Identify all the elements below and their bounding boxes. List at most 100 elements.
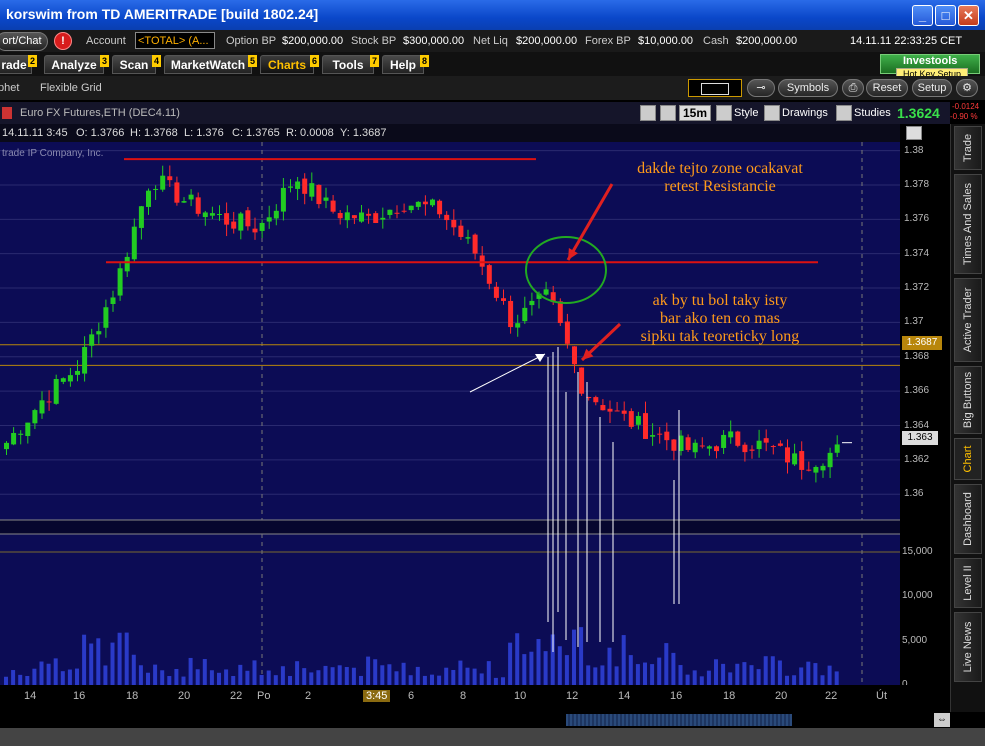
studies-icon xyxy=(836,105,852,121)
chart-scrollbar[interactable]: ⇔ xyxy=(0,712,950,728)
side-tab-big-buttons[interactable]: Big Buttons xyxy=(954,366,982,434)
print-icon[interactable]: ⎙ xyxy=(842,79,864,97)
volume-bar xyxy=(586,665,591,685)
tab-charts[interactable]: Charts 6 xyxy=(260,55,319,74)
volume-bar xyxy=(245,670,250,685)
volume-bar xyxy=(401,662,406,685)
volume-bar xyxy=(344,667,349,685)
time-tick: 18 xyxy=(723,690,736,702)
chart-expand-icon[interactable] xyxy=(906,126,922,140)
volume-bar xyxy=(557,646,562,685)
volume-tick: 15,000 xyxy=(902,546,933,557)
time-axis[interactable]: 14 16 18 20 22 Po 2 3:45 6 8 10 12 14 16 18 20 22 Út xyxy=(0,685,950,712)
candle-body xyxy=(110,297,116,304)
volume-bar xyxy=(593,667,598,685)
price-chart[interactable]: trade IP Company, Inc. dakde tejto zone … xyxy=(0,142,900,685)
candle-body xyxy=(593,397,599,403)
pane-gap xyxy=(0,520,900,534)
volume-bar xyxy=(337,665,342,685)
account-select[interactable]: <TOTAL> (A... xyxy=(135,32,215,49)
candle-body xyxy=(67,375,73,382)
candle-body xyxy=(685,437,691,450)
candle-body xyxy=(174,182,180,203)
volume-bar xyxy=(451,669,456,685)
candle-body xyxy=(834,444,840,453)
candle-body xyxy=(380,217,386,220)
setup-button[interactable]: Setup xyxy=(912,79,952,97)
side-tab-trade[interactable]: Trade xyxy=(954,126,982,170)
candle-body xyxy=(366,213,372,216)
side-tab-live-news[interactable]: Live News xyxy=(954,612,982,682)
side-tab-active-trader[interactable]: Active Trader xyxy=(954,278,982,362)
symbols-button[interactable]: Symbols xyxy=(778,79,838,97)
candle-body xyxy=(330,200,336,212)
hotkey-badge: 7 xyxy=(370,55,379,67)
tab-marketwatch[interactable]: MarketWatch 5 xyxy=(164,55,257,74)
flexible-grid-button[interactable]: Flexible Grid xyxy=(40,82,102,94)
tab-tools[interactable]: Tools 7 xyxy=(322,55,379,74)
volume-bar xyxy=(18,674,23,685)
volume-bar xyxy=(380,665,385,685)
volume-bar xyxy=(749,665,754,685)
volume-bar xyxy=(415,666,420,685)
volume-bar xyxy=(224,669,229,685)
reset-button[interactable]: Reset xyxy=(866,79,908,97)
candle-body xyxy=(579,367,585,394)
crosshair-icon[interactable] xyxy=(660,105,676,121)
layout-label[interactable]: phet xyxy=(0,82,19,94)
tab-help[interactable]: Help 8 xyxy=(382,55,429,74)
ohlc-high: H: 1.3768 xyxy=(130,127,178,139)
settings-icon[interactable]: ⚙ xyxy=(956,79,978,97)
close-button[interactable]: ✕ xyxy=(958,5,979,26)
volume-bar xyxy=(799,667,804,685)
annotation-line: sipku tak teoreticky long xyxy=(640,328,800,345)
cash-label: Cash xyxy=(703,35,729,47)
retest-zone-circle xyxy=(525,236,607,304)
candle-body xyxy=(39,400,45,414)
zoom-icon[interactable] xyxy=(640,105,656,121)
link-icon[interactable]: ⊸ xyxy=(747,79,775,97)
hotkey-badge: 3 xyxy=(100,55,109,67)
studies-button[interactable]: Studies xyxy=(854,107,891,119)
stock-bp-label: Stock BP xyxy=(351,35,397,47)
volume-bar xyxy=(174,668,179,685)
candle-body xyxy=(273,210,279,219)
tab-analyze[interactable]: Analyze 3 xyxy=(44,55,109,74)
price-tick: 1.374 xyxy=(904,247,930,259)
candle-body xyxy=(735,431,741,446)
candle-body xyxy=(167,176,173,181)
chart-symbol[interactable]: Euro FX Futures,ETH (DEC4.11) xyxy=(20,107,180,119)
candle-body xyxy=(181,201,187,203)
alert-icon[interactable]: ! xyxy=(54,32,72,50)
side-tab-dashboard[interactable]: Dashboard xyxy=(954,484,982,554)
annotation-line: retest Resistancie xyxy=(664,178,776,195)
timeframe-selector[interactable]: 15m xyxy=(679,105,711,121)
volume-bar xyxy=(657,657,662,685)
price-change-pct: -0.90 % xyxy=(950,112,978,121)
candle-body xyxy=(422,201,428,205)
tab-scan[interactable]: Scan 4 xyxy=(112,55,161,74)
side-tab-times-and-sales[interactable]: Times And Sales xyxy=(954,174,982,274)
candle-body xyxy=(280,187,286,212)
side-tab-level-ii[interactable]: Level II xyxy=(954,558,982,608)
volume-bar xyxy=(650,664,655,685)
scrollbar-thumb[interactable] xyxy=(566,714,792,726)
zoom-fit-icon[interactable]: ⇔ xyxy=(934,713,950,727)
candle-body xyxy=(820,465,826,471)
style-button[interactable]: Style xyxy=(734,107,758,119)
tab-trade[interactable]: rade 2 xyxy=(0,55,37,74)
candle-body xyxy=(344,212,350,221)
side-tab-chart[interactable]: Chart xyxy=(954,438,982,480)
last-price-marker: 1.363 xyxy=(902,431,938,445)
minimize-button[interactable]: _ xyxy=(912,5,933,26)
candle-body xyxy=(238,213,244,231)
maximize-button[interactable]: □ xyxy=(935,5,956,26)
volume-bar xyxy=(394,671,399,685)
drawings-button[interactable]: Drawings xyxy=(782,107,828,119)
candle-body xyxy=(607,408,613,412)
export-chat-button[interactable]: ort/Chat xyxy=(0,32,48,51)
price-scale[interactable]: 1.38 1.378 1.376 1.374 1.372 1.37 1.368 1.366 1.… xyxy=(900,124,950,690)
hotkey-badge: 4 xyxy=(152,55,161,67)
symbol-entry-box[interactable] xyxy=(688,79,742,97)
volume-bar xyxy=(735,663,740,685)
